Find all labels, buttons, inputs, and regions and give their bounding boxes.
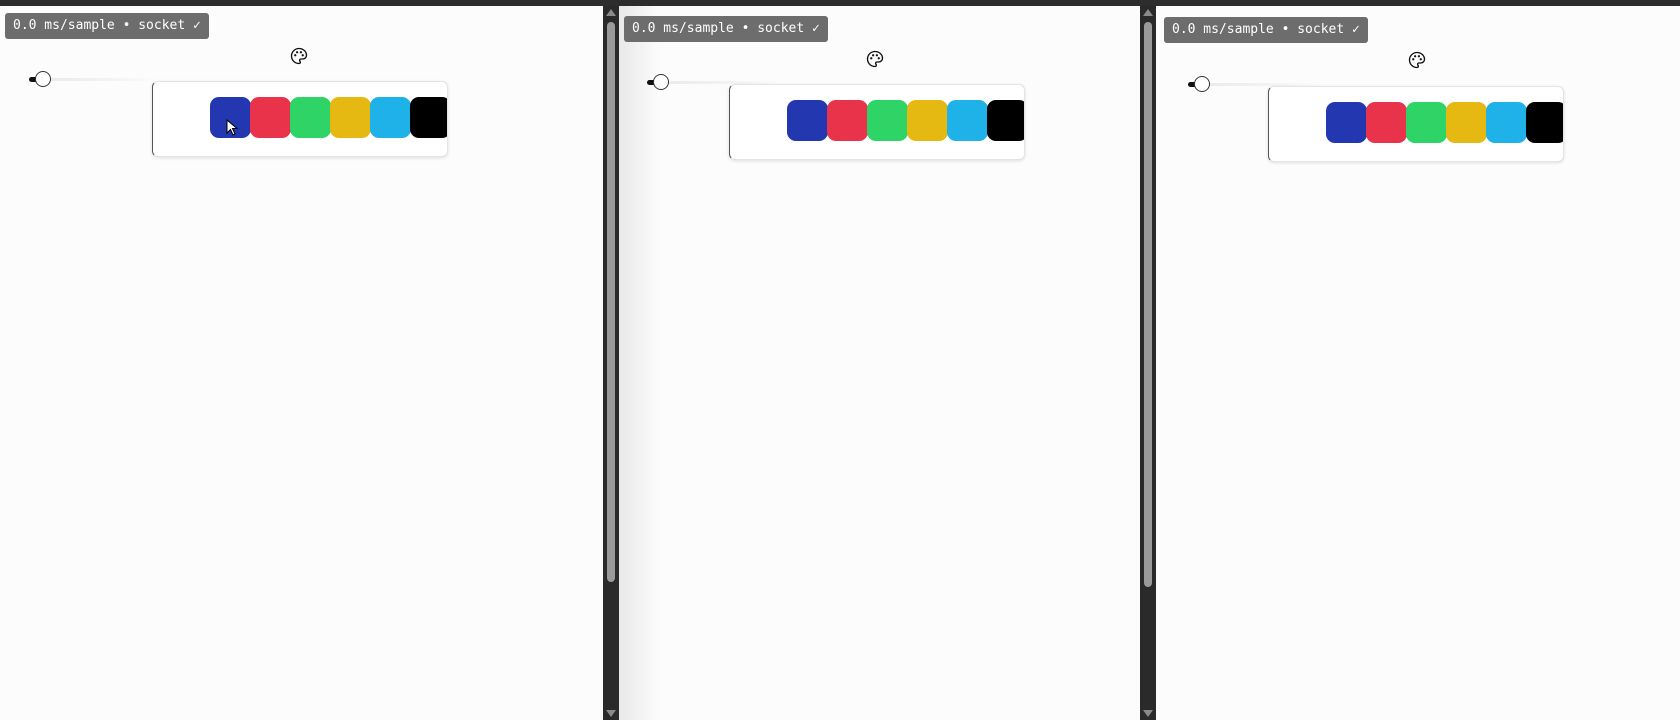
- swatch-row: [1326, 102, 1563, 143]
- scrollbar-thumb[interactable]: [1144, 22, 1152, 587]
- swatch-green[interactable]: [1406, 102, 1447, 143]
- slider-knob[interactable]: [653, 74, 669, 90]
- swatch-row: [787, 100, 1024, 141]
- scrollbar-thumb[interactable]: [607, 22, 615, 582]
- swatch-cyan[interactable]: [1486, 102, 1527, 143]
- status-badge: 0.0 ms/sample • socket ✓: [1164, 17, 1368, 43]
- swatch-green[interactable]: [290, 97, 331, 138]
- slider-knob[interactable]: [35, 71, 51, 87]
- swatch-yellow[interactable]: [330, 97, 371, 138]
- swatch-green[interactable]: [867, 100, 908, 141]
- swatch-red[interactable]: [250, 97, 291, 138]
- swatch-blue[interactable]: [1326, 102, 1367, 143]
- mouse-pointer-icon: [226, 119, 239, 136]
- color-swatch-panel: [729, 84, 1025, 160]
- swatch-black[interactable]: [1526, 102, 1563, 143]
- pane-divider-scrollbar[interactable]: [603, 6, 619, 720]
- swatch-black[interactable]: [987, 100, 1024, 141]
- palette-icon[interactable]: [1408, 51, 1426, 69]
- scroll-down-icon[interactable]: [606, 710, 616, 717]
- slider-knob[interactable]: [1194, 76, 1210, 92]
- browser-pane-1: 0.0 ms/sample • socket ✓: [0, 6, 603, 720]
- swatch-row: [210, 97, 447, 138]
- palette-icon[interactable]: [866, 50, 884, 68]
- status-badge: 0.0 ms/sample • socket ✓: [5, 13, 209, 39]
- color-swatch-panel: [152, 81, 448, 157]
- swatch-yellow[interactable]: [907, 100, 948, 141]
- swatch-black[interactable]: [410, 97, 447, 138]
- color-swatch-panel: [1268, 86, 1564, 162]
- pane-edge-shadow: [619, 6, 659, 720]
- swatch-blue[interactable]: [787, 100, 828, 141]
- size-slider[interactable]: [29, 70, 169, 90]
- browser-pane-2: 0.0 ms/sample • socket ✓: [619, 6, 1140, 720]
- swatch-cyan[interactable]: [947, 100, 988, 141]
- swatch-yellow[interactable]: [1446, 102, 1487, 143]
- swatch-red[interactable]: [1366, 102, 1407, 143]
- scroll-up-icon[interactable]: [1143, 9, 1153, 16]
- palette-icon[interactable]: [290, 47, 308, 65]
- swatch-cyan[interactable]: [370, 97, 411, 138]
- scroll-up-icon[interactable]: [606, 9, 616, 16]
- pane-divider-scrollbar[interactable]: [1140, 6, 1156, 720]
- swatch-red[interactable]: [827, 100, 868, 141]
- scroll-down-icon[interactable]: [1143, 710, 1153, 717]
- status-badge: 0.0 ms/sample • socket ✓: [624, 16, 828, 42]
- browser-pane-3: 0.0 ms/sample • socket ✓: [1158, 6, 1680, 720]
